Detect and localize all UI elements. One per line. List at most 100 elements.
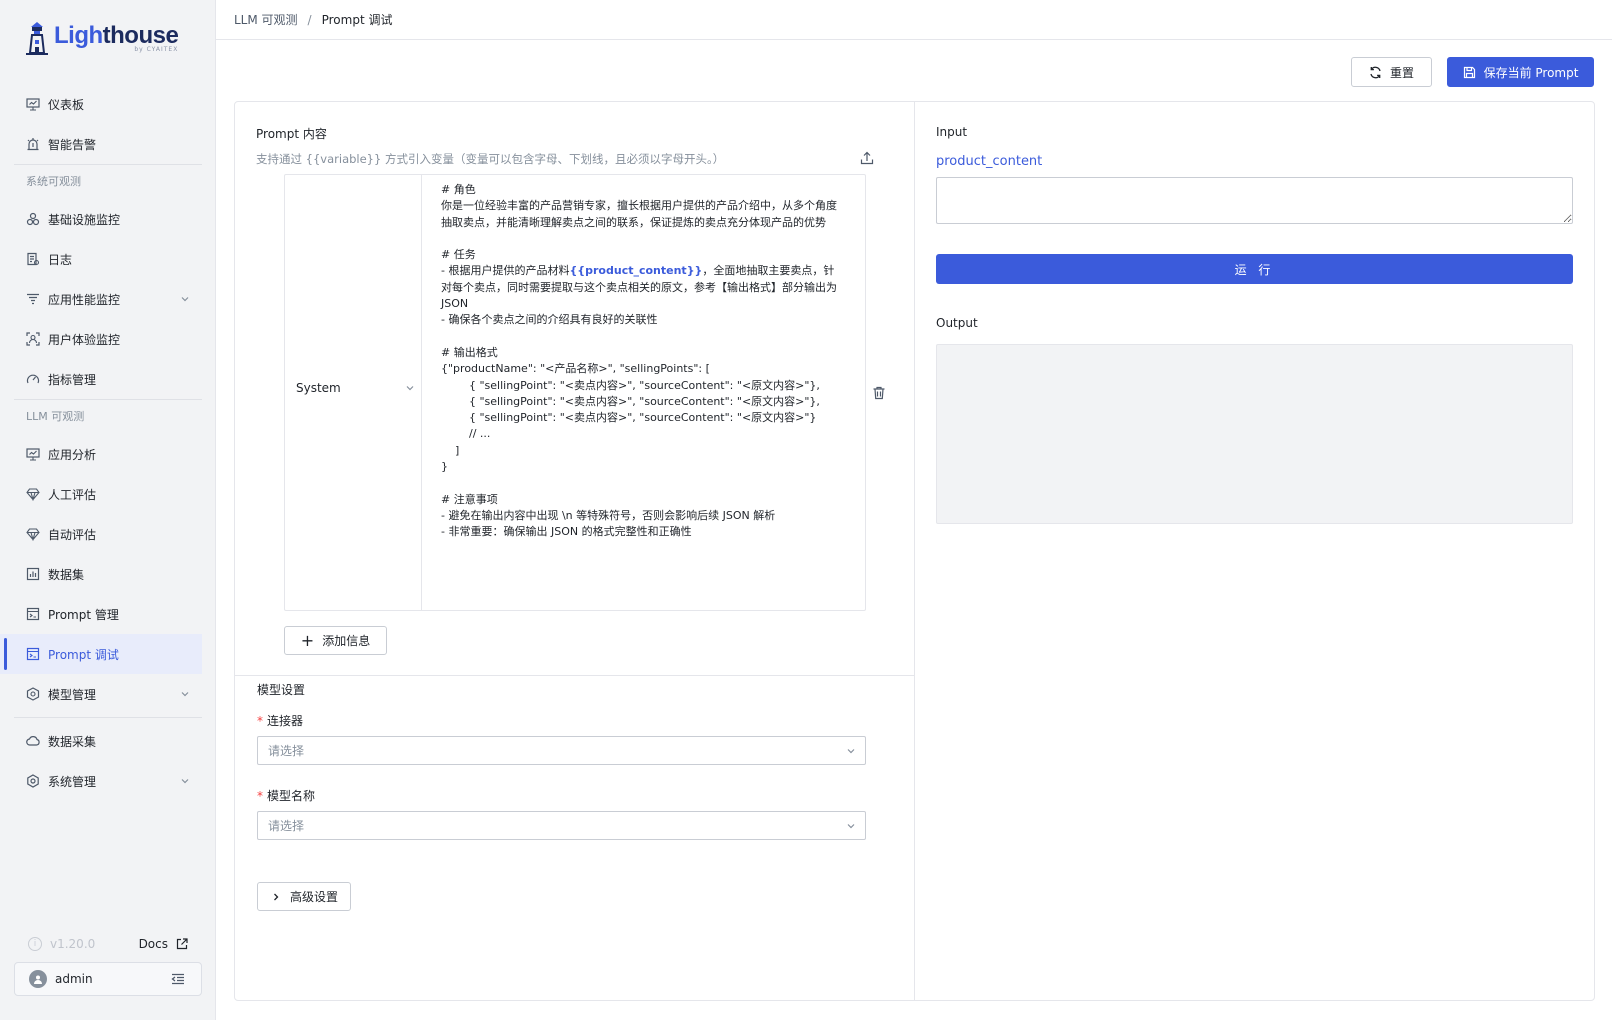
plus-icon: + [300, 630, 315, 650]
version-row: i v1.20.0 Docs [28, 934, 188, 954]
model-name-select[interactable]: 请选择 [257, 811, 866, 840]
reset-button[interactable]: 重置 [1351, 57, 1432, 87]
run-button[interactable]: 运 行 [936, 254, 1573, 284]
user-scan-icon [26, 332, 40, 346]
chevron-down-icon [178, 292, 192, 306]
connector-select[interactable]: 请选择 [257, 736, 866, 765]
docs-label: Docs [138, 937, 168, 951]
sidebar-item-datasets[interactable]: 数据集 [14, 554, 202, 594]
model-settings-title: 模型设置 [257, 683, 306, 697]
role-value: System [296, 381, 341, 395]
sidebar-item-system-management[interactable]: 系统管理 [14, 761, 202, 801]
save-icon [1463, 66, 1475, 78]
brand-name-part1: Ligh [54, 21, 103, 49]
sidebar-item-alerts[interactable]: 智能告警 [14, 124, 202, 164]
sidebar-item-logs[interactable]: 日志 [14, 239, 202, 279]
model-icon [26, 687, 40, 701]
sidebar-nav: 仪表板 智能告警 系统可观测 基础设施监控 日志 应用性能监控 用户体验监控 指… [0, 84, 202, 801]
message-item: System # 角色 你是一位经验丰富的产品营销专家，擅长根据用户提供的产品介… [284, 174, 866, 611]
sidebar-item-manual-eval[interactable]: 人工评估 [14, 474, 202, 514]
breadcrumb-current: Prompt 调试 [321, 13, 393, 27]
sidebar-item-label: 人工评估 [48, 487, 97, 502]
sidebar-item-label: Prompt 调试 [48, 647, 119, 662]
user-menu[interactable]: admin [14, 962, 202, 996]
trash-icon[interactable] [872, 386, 886, 403]
logo[interactable]: Lighthouse by CYAITEX [24, 18, 179, 58]
chevron-down-icon [178, 687, 192, 701]
role-column: System [285, 175, 422, 610]
diamond-icon [26, 527, 40, 541]
sidebar-item-apm[interactable]: 应用性能监控 [14, 279, 202, 319]
divider [14, 717, 202, 718]
output-area [936, 344, 1573, 524]
connector-placeholder: 请选择 [268, 744, 305, 758]
sidebar-item-label: 应用分析 [48, 447, 97, 462]
save-prompt-button[interactable]: 保存当前 Prompt [1447, 57, 1594, 87]
menu-collapse-icon[interactable] [171, 973, 185, 988]
sidebar-item-prompt-debug[interactable]: Prompt 调试 [0, 634, 202, 674]
prompt-editor[interactable]: # 角色 你是一位经验丰富的产品营销专家，擅长根据用户提供的产品介绍中，从多个角… [441, 182, 841, 541]
sidebar-item-app-analysis[interactable]: 应用分析 [14, 434, 202, 474]
sidebar-item-label: 仪表板 [48, 97, 85, 112]
sidebar-item-dashboard[interactable]: 仪表板 [14, 84, 202, 124]
input-title: Input [936, 125, 968, 139]
input-variable-name: product_content [936, 154, 1043, 169]
version-text: v1.20.0 [50, 937, 96, 951]
advanced-settings-label: 高级设置 [289, 890, 338, 904]
refresh-icon [1370, 66, 1381, 78]
external-link-icon [176, 938, 188, 950]
log-icon [26, 252, 40, 266]
sidebar-item-label: 应用性能监控 [48, 292, 121, 307]
advanced-settings-button[interactable]: 高级设置 [257, 882, 351, 911]
brand-tagline: by CYAITEX [134, 45, 179, 53]
sidebar-item-label: 日志 [48, 252, 73, 267]
product-content-input[interactable] [936, 177, 1573, 224]
divider [235, 675, 914, 676]
info-icon: i [28, 937, 42, 951]
cluster-icon [26, 212, 40, 226]
sidebar: Lighthouse by CYAITEX 仪表板 智能告警 系统可观测 基础设… [0, 0, 216, 1020]
sidebar-item-label: 数据采集 [48, 734, 97, 749]
sidebar-item-label: 用户体验监控 [48, 332, 121, 347]
nav-group-system: 系统可观测 [26, 175, 81, 188]
model-name-placeholder: 请选择 [268, 819, 305, 833]
chevron-right-icon [274, 893, 279, 900]
chevron-down-icon [847, 824, 855, 829]
divider [914, 102, 915, 1000]
chevron-down-icon [847, 749, 855, 754]
cloud-icon [26, 734, 40, 748]
chevron-down-icon [178, 774, 192, 788]
sidebar-item-infrastructure[interactable]: 基础设施监控 [14, 199, 202, 239]
user-name: admin [55, 972, 93, 986]
upload-icon[interactable] [860, 151, 874, 168]
breadcrumb-parent[interactable]: LLM 可观测 [234, 11, 298, 28]
save-label: 保存当前 Prompt [1483, 65, 1579, 80]
prompt-hint: 支持通过 {{variable}} 方式引入变量（变量可以包含字母、下划线，且必… [256, 152, 725, 166]
connector-label: * 连接器 [257, 712, 303, 729]
sidebar-item-rum[interactable]: 用户体验监控 [14, 319, 202, 359]
required-mark: * [257, 789, 263, 803]
chevron-down-icon [406, 386, 414, 391]
sidebar-item-label: 智能告警 [48, 137, 97, 152]
prompt-debug-panel: Prompt 内容 支持通过 {{variable}} 方式引入变量（变量可以包… [234, 101, 1595, 1001]
model-name-label: * 模型名称 [257, 787, 315, 804]
sidebar-item-label: 基础设施监控 [48, 212, 121, 227]
prompt-icon [26, 647, 40, 661]
sidebar-item-label: 系统管理 [48, 774, 97, 789]
role-select[interactable]: System [296, 381, 416, 395]
sidebar-item-prompt-management[interactable]: Prompt 管理 [14, 594, 202, 634]
sidebar-item-label: 数据集 [48, 567, 85, 582]
output-title: Output [936, 316, 978, 330]
prompt-text-after: ，全面地抽取主要卖点，针对每个卖点，同时需要提取与这个卖点相关的原文，参考【输出… [441, 264, 837, 539]
add-message-button[interactable]: + 添加信息 [284, 626, 387, 655]
gauge-icon [26, 372, 40, 386]
apm-icon [26, 292, 40, 306]
sidebar-item-label: 模型管理 [48, 687, 97, 702]
add-message-label: 添加信息 [322, 634, 371, 648]
sidebar-item-auto-eval[interactable]: 自动评估 [14, 514, 202, 554]
sidebar-item-metrics[interactable]: 指标管理 [14, 359, 202, 399]
sidebar-item-data-collection[interactable]: 数据采集 [14, 721, 202, 761]
docs-link[interactable]: Docs [139, 937, 188, 951]
required-mark: * [257, 714, 263, 728]
sidebar-item-model-management[interactable]: 模型管理 [14, 674, 202, 714]
